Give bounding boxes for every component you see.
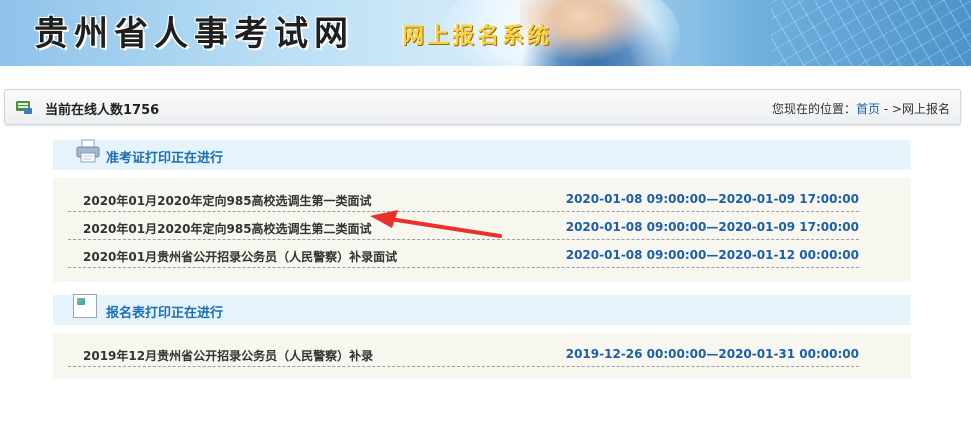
exam-name-link[interactable]: 2020年01月2020年定向985高校选调生第二类面试 bbox=[83, 220, 372, 237]
exam-name-link[interactable]: 2020年01月贵州省公开招录公务员（人民警察）补录面试 bbox=[83, 248, 397, 265]
header-banner: 贵州省人事考试网 网上报名系统 bbox=[0, 0, 971, 66]
site-title: 贵州省人事考试网 bbox=[34, 14, 354, 54]
exam-date-range: 2020-01-08 09:00:00—2020-01-12 00:00:00 bbox=[565, 248, 859, 262]
admission-ticket-list: 2020年01月2020年定向985高校选调生第一类面试 2020-01-08 … bbox=[53, 178, 911, 282]
broken-image-icon bbox=[73, 294, 97, 318]
printer-icon bbox=[76, 139, 100, 163]
section-title: 报名表打印正在进行 bbox=[106, 306, 224, 321]
breadcrumb-current: - >网上报名 bbox=[879, 102, 950, 116]
list-item[interactable]: 2019年12月贵州省公开招录公务员（人民警察）补录 2019-12-26 00… bbox=[68, 338, 859, 367]
site-subtitle: 网上报名系统 bbox=[402, 24, 553, 49]
online-users-icon bbox=[16, 101, 32, 114]
list-item[interactable]: 2020年01月2020年定向985高校选调生第一类面试 2020-01-08 … bbox=[68, 183, 859, 212]
breadcrumb-home-link[interactable]: 首页 bbox=[856, 102, 880, 116]
breadcrumb-prefix: 您现在的位置： bbox=[771, 102, 856, 116]
exam-date-range: 2020-01-08 09:00:00—2020-01-09 17:00:00 bbox=[565, 192, 859, 206]
exam-date-range: 2019-12-26 00:00:00—2020-01-31 00:00:00 bbox=[565, 347, 859, 361]
breadcrumb: 您现在的位置：首页 - >网上报名 bbox=[772, 100, 950, 117]
section-header-registration-form: 报名表打印正在进行 bbox=[53, 294, 911, 325]
online-count: 当前在线人数1756 bbox=[45, 103, 160, 118]
section-header-admission-ticket: 准考证打印正在进行 bbox=[53, 139, 911, 170]
exam-name-link[interactable]: 2019年12月贵州省公开招录公务员（人民警察）补录 bbox=[83, 347, 373, 364]
section-title: 准考证打印正在进行 bbox=[106, 151, 224, 166]
list-item[interactable]: 2020年01月2020年定向985高校选调生第二类面试 2020-01-08 … bbox=[68, 211, 859, 240]
registration-form-list: 2019年12月贵州省公开招录公务员（人民警察）补录 2019-12-26 00… bbox=[53, 333, 911, 379]
exam-name-link[interactable]: 2020年01月2020年定向985高校选调生第一类面试 bbox=[83, 192, 372, 209]
list-item[interactable]: 2020年01月贵州省公开招录公务员（人民警察）补录面试 2020-01-08 … bbox=[68, 239, 859, 268]
status-bar: 当前在线人数1756 您现在的位置：首页 - >网上报名 bbox=[4, 89, 961, 125]
exam-date-range: 2020-01-08 09:00:00—2020-01-09 17:00:00 bbox=[565, 220, 859, 234]
